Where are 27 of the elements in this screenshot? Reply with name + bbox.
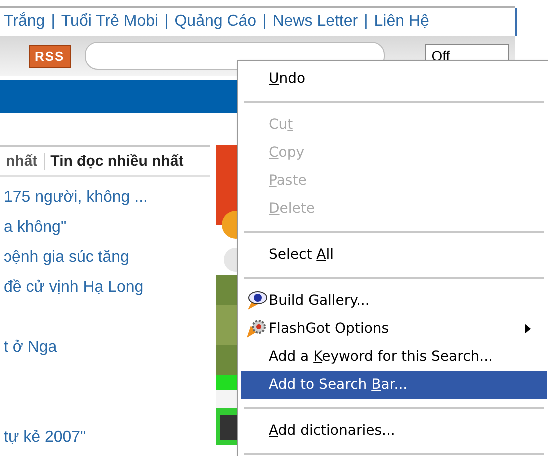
news-link[interactable]: 175 người, không ... bbox=[0, 189, 148, 206]
tab[interactable]: nhất bbox=[0, 152, 44, 170]
news-link[interactable]: a không" bbox=[0, 219, 67, 236]
menu-item[interactable]: Build Gallery... bbox=[241, 287, 547, 315]
link-separator: | bbox=[262, 13, 267, 31]
menu-item[interactable]: Select All bbox=[241, 241, 547, 269]
menu-item[interactable]: FlashGot Options bbox=[241, 315, 547, 343]
menu-item[interactable]: Add a Keyword for this Search... bbox=[241, 343, 547, 371]
news-link[interactable]: đề cử vịnh Hạ Long bbox=[0, 279, 144, 296]
menu-item[interactable]: Add to Search Bar... bbox=[241, 371, 547, 399]
eye-icon bbox=[245, 290, 267, 312]
tab[interactable]: Tin đọc nhiều nhất bbox=[44, 152, 190, 170]
news-link[interactable]: ɔệnh gia súc tăng bbox=[0, 249, 130, 266]
gear-icon bbox=[245, 318, 267, 340]
nav-link[interactable]: News Letter bbox=[272, 13, 358, 31]
nav-link[interactable]: Trắng bbox=[4, 13, 46, 31]
link-separator: | bbox=[51, 13, 56, 31]
nav-link[interactable]: Liên Hệ bbox=[374, 13, 430, 31]
news-link[interactable]: t ở Nga bbox=[0, 339, 58, 356]
link-separator: | bbox=[164, 13, 169, 31]
link-separator: | bbox=[364, 13, 368, 31]
rss-badge[interactable]: RSS bbox=[29, 44, 71, 68]
nav-link[interactable]: Tuổi Trẻ Mobi bbox=[61, 13, 159, 31]
nav-link[interactable]: Quảng Cáo bbox=[174, 13, 257, 31]
menu-item[interactable]: Undo bbox=[241, 65, 547, 93]
menu-item[interactable]: Add dictionaries... bbox=[241, 417, 547, 445]
news-link[interactable]: tự kẻ 2007" bbox=[0, 429, 86, 446]
